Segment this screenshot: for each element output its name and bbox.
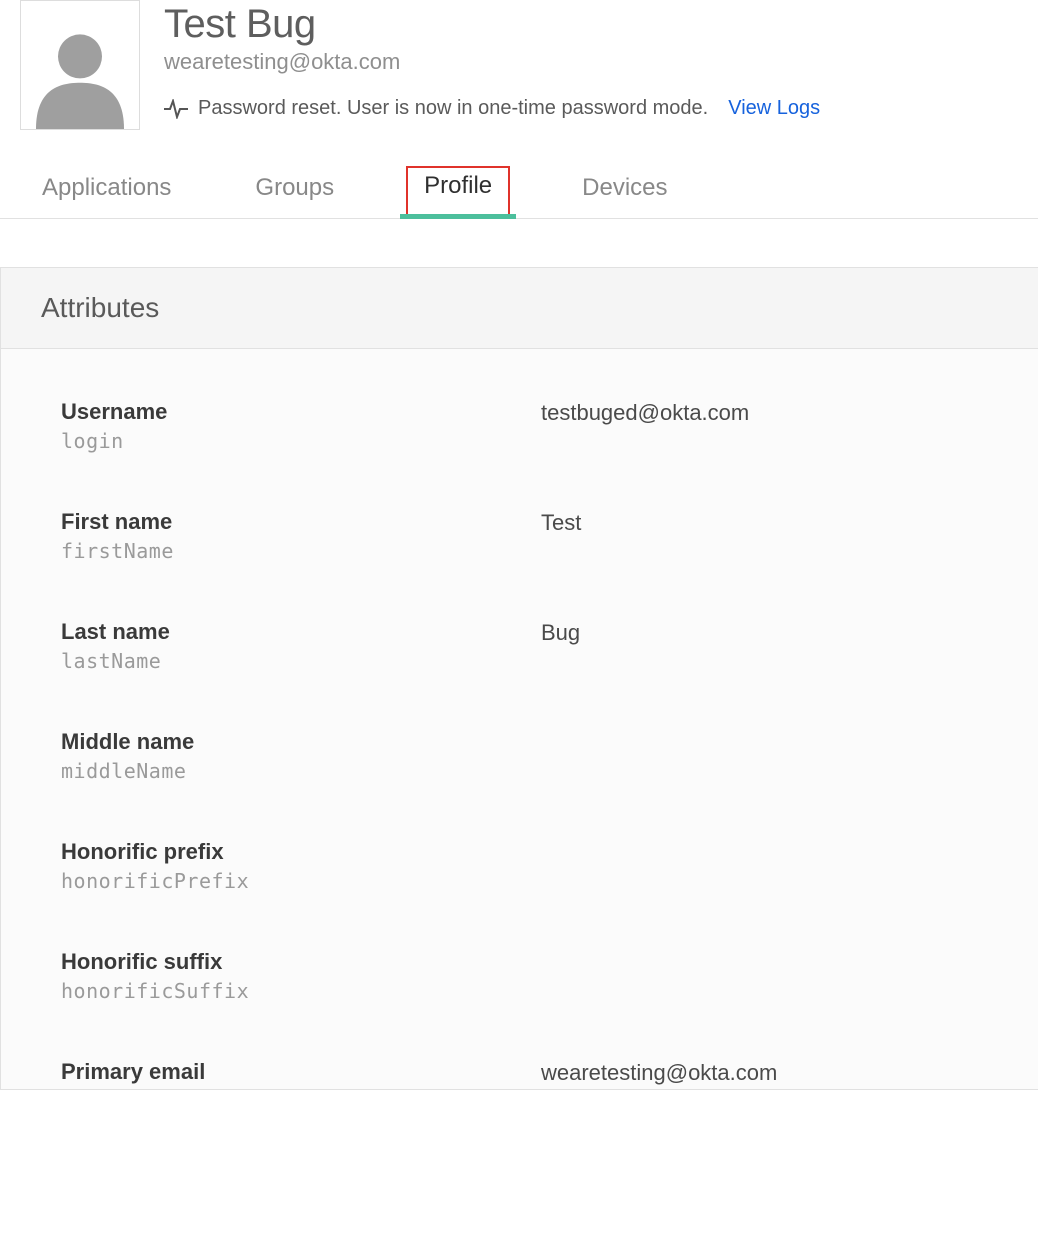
attributes-list: Username login testbuged@okta.com First … xyxy=(1,349,1038,1089)
attributes-panel: Attributes Username login testbuged@okta… xyxy=(0,267,1038,1090)
attribute-key: login xyxy=(61,429,541,453)
attribute-label: Honorific suffix xyxy=(61,949,541,975)
attribute-value: Bug xyxy=(541,619,580,673)
status-line: Password reset. User is now in one-time … xyxy=(164,97,1038,120)
tab-applications[interactable]: Applications xyxy=(30,166,183,218)
user-display-name: Test Bug xyxy=(164,2,1038,47)
user-email: wearetesting@okta.com xyxy=(164,49,1038,75)
attribute-row: First name firstName Test xyxy=(61,509,978,563)
attribute-key: honorificSuffix xyxy=(61,979,541,1003)
attribute-key: firstName xyxy=(61,539,541,563)
activity-icon xyxy=(164,99,188,119)
attribute-key: honorificPrefix xyxy=(61,869,541,893)
attributes-panel-title: Attributes xyxy=(41,292,998,324)
attribute-row: Primary email wearetesting@okta.com xyxy=(61,1059,978,1089)
attribute-label: Honorific prefix xyxy=(61,839,541,865)
attribute-key: middleName xyxy=(61,759,541,783)
user-header: Test Bug wearetesting@okta.com Password … xyxy=(0,0,1038,130)
attribute-row: Honorific suffix honorificSuffix xyxy=(61,949,978,1003)
tab-profile[interactable]: Profile xyxy=(406,166,510,218)
tab-groups[interactable]: Groups xyxy=(243,166,346,218)
attribute-row: Last name lastName Bug xyxy=(61,619,978,673)
attributes-panel-header: Attributes xyxy=(1,268,1038,349)
user-header-info: Test Bug wearetesting@okta.com Password … xyxy=(164,0,1038,120)
attribute-label: Primary email xyxy=(61,1059,541,1085)
attribute-label: Middle name xyxy=(61,729,541,755)
attribute-row: Username login testbuged@okta.com xyxy=(61,399,978,453)
attribute-row: Honorific prefix honorificPrefix xyxy=(61,839,978,893)
tab-devices[interactable]: Devices xyxy=(570,166,679,218)
attribute-row: Middle name middleName xyxy=(61,729,978,783)
attribute-key: lastName xyxy=(61,649,541,673)
attribute-value: Test xyxy=(541,509,581,563)
attribute-label: Last name xyxy=(61,619,541,645)
attribute-value: testbuged@okta.com xyxy=(541,399,749,453)
avatar xyxy=(20,0,140,130)
attribute-label: Username xyxy=(61,399,541,425)
attribute-label: First name xyxy=(61,509,541,535)
avatar-placeholder-icon xyxy=(25,19,135,129)
status-text: Password reset. User is now in one-time … xyxy=(198,97,708,120)
view-logs-link[interactable]: View Logs xyxy=(728,97,820,120)
tab-bar: Applications Groups Profile Devices xyxy=(0,130,1038,219)
attribute-value: wearetesting@okta.com xyxy=(541,1059,777,1089)
